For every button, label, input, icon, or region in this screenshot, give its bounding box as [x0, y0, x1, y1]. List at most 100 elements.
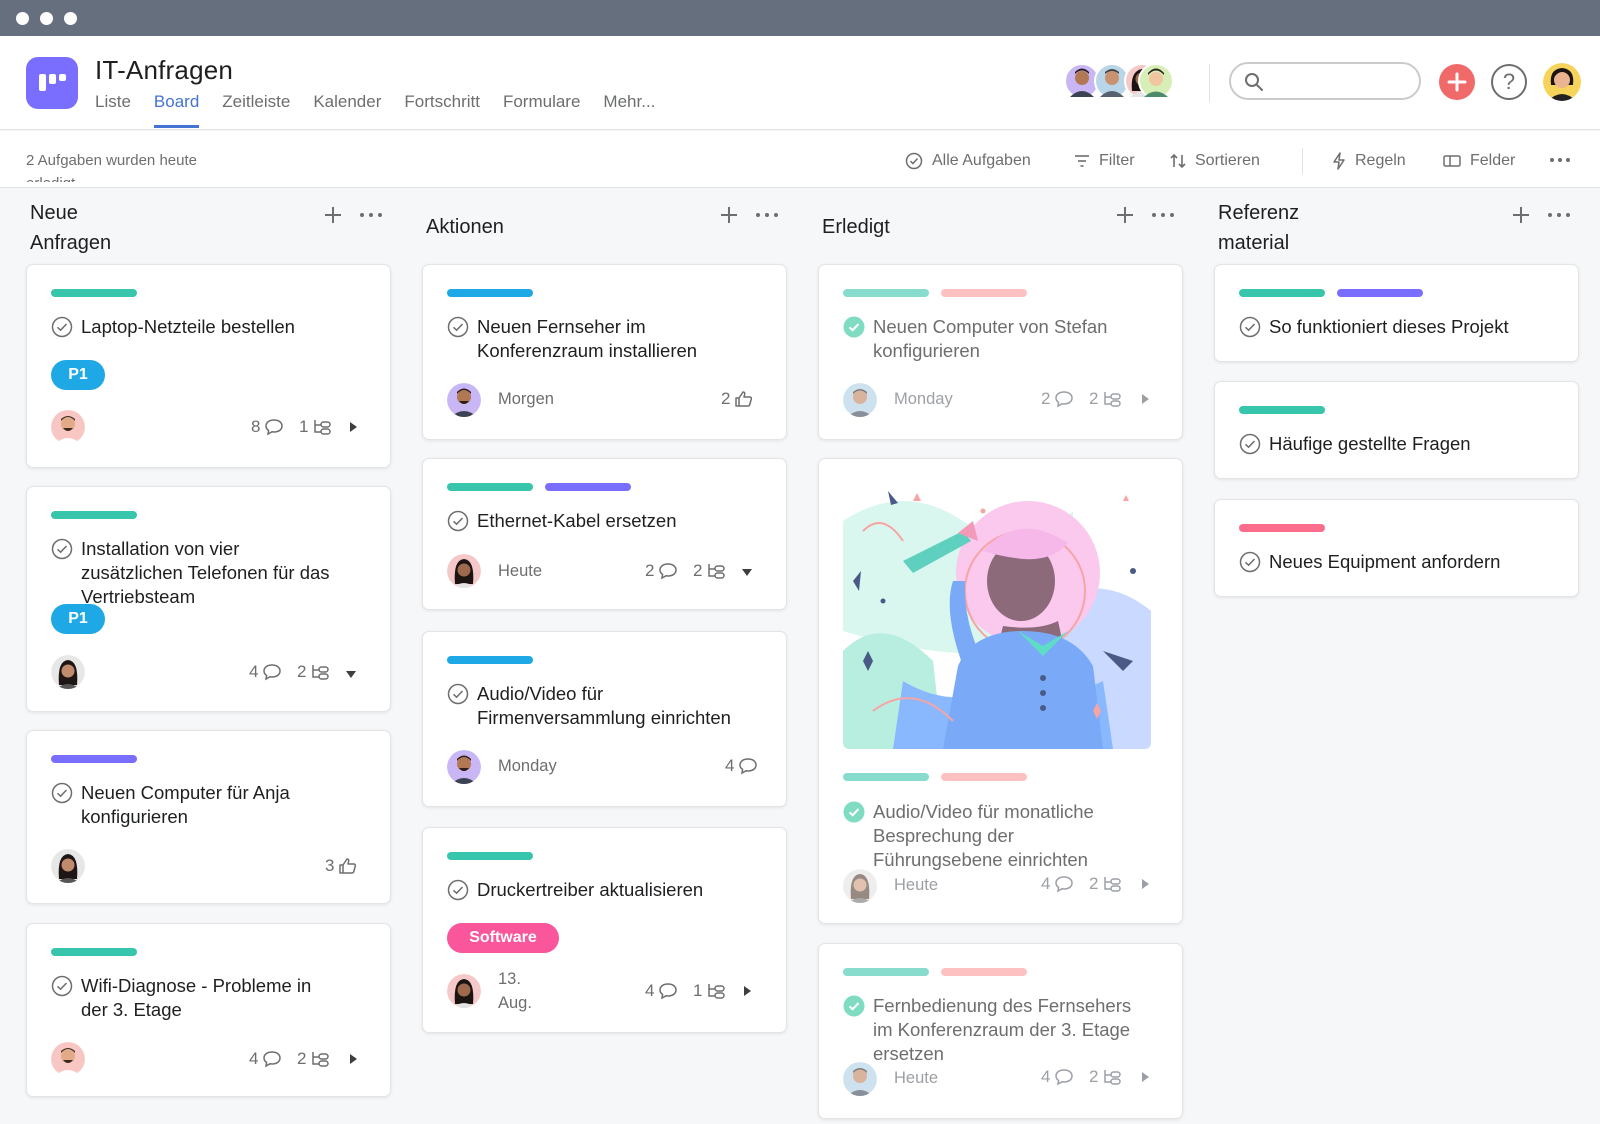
- task-card[interactable]: Audio/Video für monatliche Besprechung de…: [818, 458, 1183, 924]
- subtask-icon: [312, 1052, 330, 1067]
- assignee-avatar[interactable]: [843, 869, 877, 903]
- check-circle-icon[interactable]: [447, 510, 469, 532]
- task-card[interactable]: Druckertreiber aktualisieren Software 13…: [422, 827, 787, 1033]
- due-date[interactable]: 13. Aug.: [498, 967, 532, 1015]
- column-more-icon[interactable]: [1546, 204, 1572, 226]
- assignee-avatar[interactable]: [51, 410, 85, 444]
- check-circle-icon[interactable]: [1239, 316, 1261, 338]
- due-date[interactable]: Heute: [894, 873, 938, 897]
- project-members[interactable]: [1064, 63, 1174, 99]
- task-card[interactable]: Häufige gestellte Fragen: [1214, 381, 1579, 479]
- all-tasks-label: Alle Aufgaben: [932, 152, 1031, 169]
- task-card[interactable]: Ethernet-Kabel ersetzen Heute 2 2: [422, 458, 787, 610]
- tab-zeitleiste[interactable]: Zeitleiste: [222, 92, 290, 128]
- due-date[interactable]: Monday: [894, 387, 953, 411]
- column-more-icon[interactable]: [1150, 204, 1176, 226]
- add-task-plus-icon[interactable]: [1510, 204, 1532, 226]
- more-options-icon[interactable]: [1549, 157, 1571, 163]
- check-circle-icon[interactable]: [447, 683, 469, 705]
- column-more-icon[interactable]: [754, 204, 780, 226]
- assignee-avatar[interactable]: [447, 974, 481, 1008]
- filter-button[interactable]: Filter: [1074, 149, 1135, 173]
- task-card[interactable]: Neuen Computer von Stefan konfigurieren M…: [818, 264, 1183, 440]
- tab-liste[interactable]: Liste: [95, 92, 131, 128]
- quick-add-button[interactable]: [1439, 64, 1475, 100]
- task-title: Ethernet-Kabel ersetzen: [477, 510, 677, 531]
- check-circle-icon[interactable]: [447, 879, 469, 901]
- assignee-avatar[interactable]: [843, 383, 877, 417]
- like-count[interactable]: 3: [325, 856, 358, 876]
- due-date[interactable]: Heute: [498, 559, 542, 583]
- add-task-plus-icon[interactable]: [718, 204, 740, 226]
- expand-right-icon[interactable]: [347, 421, 359, 433]
- window-close-dot[interactable]: [16, 12, 29, 25]
- window-maximize-dot[interactable]: [64, 12, 77, 25]
- check-circle-icon[interactable]: [51, 782, 73, 804]
- task-card[interactable]: Laptop-Netzteile bestellen P1 8 1: [26, 264, 391, 468]
- task-card[interactable]: Installation von vier zusätzlichen Telefo…: [26, 486, 391, 712]
- add-task-plus-icon[interactable]: [1114, 204, 1136, 226]
- check-circle-icon[interactable]: [447, 316, 469, 338]
- assignee-avatar[interactable]: [843, 1062, 877, 1096]
- task-title: Neuen Computer für Anja konfigurieren: [81, 782, 290, 827]
- window-minimize-dot[interactable]: [40, 12, 53, 25]
- assignee-avatar[interactable]: [51, 655, 85, 689]
- fields-button[interactable]: Felder: [1443, 149, 1515, 173]
- expand-right-icon[interactable]: [347, 1053, 359, 1065]
- help-button[interactable]: ?: [1491, 64, 1527, 100]
- subtask-icon: [1104, 1070, 1122, 1085]
- tab-kalender[interactable]: Kalender: [313, 92, 381, 128]
- tab-fortschritt[interactable]: Fortschritt: [404, 92, 480, 128]
- task-card[interactable]: Audio/Video für Firmenversammlung einrich…: [422, 631, 787, 807]
- task-title: Neuen Fernseher im Konferenzraum installi…: [477, 316, 698, 361]
- all-tasks-button[interactable]: Alle Aufgaben: [905, 149, 1031, 173]
- task-card[interactable]: Neuen Fernseher im Konferenzraum installi…: [422, 264, 787, 440]
- expand-right-icon[interactable]: [1139, 393, 1151, 405]
- check-circle-icon[interactable]: [51, 538, 73, 560]
- check-circle-icon[interactable]: [51, 316, 73, 338]
- check-circle-filled-icon[interactable]: [843, 995, 865, 1017]
- search-input[interactable]: [1271, 70, 1411, 92]
- expand-down-icon[interactable]: [741, 566, 753, 578]
- check-circle-icon[interactable]: [1239, 551, 1261, 573]
- priority-pill[interactable]: P1: [51, 360, 105, 390]
- tag-pill-software[interactable]: Software: [447, 923, 559, 953]
- rules-button[interactable]: Regeln: [1332, 149, 1406, 173]
- sort-button[interactable]: Sortieren: [1170, 149, 1260, 173]
- add-task-plus-icon[interactable]: [322, 204, 344, 226]
- expand-down-icon[interactable]: [345, 668, 357, 680]
- like-count[interactable]: 2: [721, 389, 754, 409]
- task-card[interactable]: So funktioniert dieses Projekt: [1214, 264, 1579, 362]
- tab-formulare[interactable]: Formulare: [503, 92, 580, 128]
- task-card[interactable]: Neues Equipment anfordern: [1214, 499, 1579, 597]
- due-date[interactable]: Morgen: [498, 387, 554, 411]
- comment-icon: [659, 563, 678, 580]
- assignee-avatar[interactable]: [447, 554, 481, 588]
- expand-right-icon[interactable]: [741, 985, 753, 997]
- task-card[interactable]: Wifi-Diagnose - Probleme in der 3. Etage …: [26, 923, 391, 1097]
- due-date[interactable]: Heute: [894, 1066, 938, 1090]
- tab-board[interactable]: Board: [153, 92, 200, 128]
- priority-pill[interactable]: P1: [51, 604, 105, 634]
- tab-more[interactable]: Mehr...: [603, 92, 655, 128]
- check-circle-icon[interactable]: [1239, 433, 1261, 455]
- due-date[interactable]: Monday: [498, 754, 557, 778]
- assignee-avatar[interactable]: [51, 1042, 85, 1076]
- search-field[interactable]: [1229, 62, 1421, 100]
- task-title: So funktioniert dieses Projekt: [1269, 316, 1509, 337]
- tag-bar-blue: [447, 289, 533, 297]
- check-circle-filled-icon[interactable]: [843, 316, 865, 338]
- assignee-avatar[interactable]: [447, 750, 481, 784]
- check-circle-icon[interactable]: [51, 975, 73, 997]
- check-circle-icon: [905, 152, 923, 170]
- task-card[interactable]: Fernbedienung des Fernsehers im Konferenz…: [818, 943, 1183, 1119]
- expand-right-icon[interactable]: [1139, 1071, 1151, 1083]
- assignee-avatar[interactable]: [51, 849, 85, 883]
- user-avatar[interactable]: [1543, 63, 1581, 101]
- plus-icon: [1447, 72, 1467, 92]
- check-circle-filled-icon[interactable]: [843, 801, 865, 823]
- expand-right-icon[interactable]: [1139, 878, 1151, 890]
- task-card[interactable]: Neuen Computer für Anja konfigurieren 3: [26, 730, 391, 904]
- column-more-icon[interactable]: [358, 204, 384, 226]
- assignee-avatar[interactable]: [447, 383, 481, 417]
